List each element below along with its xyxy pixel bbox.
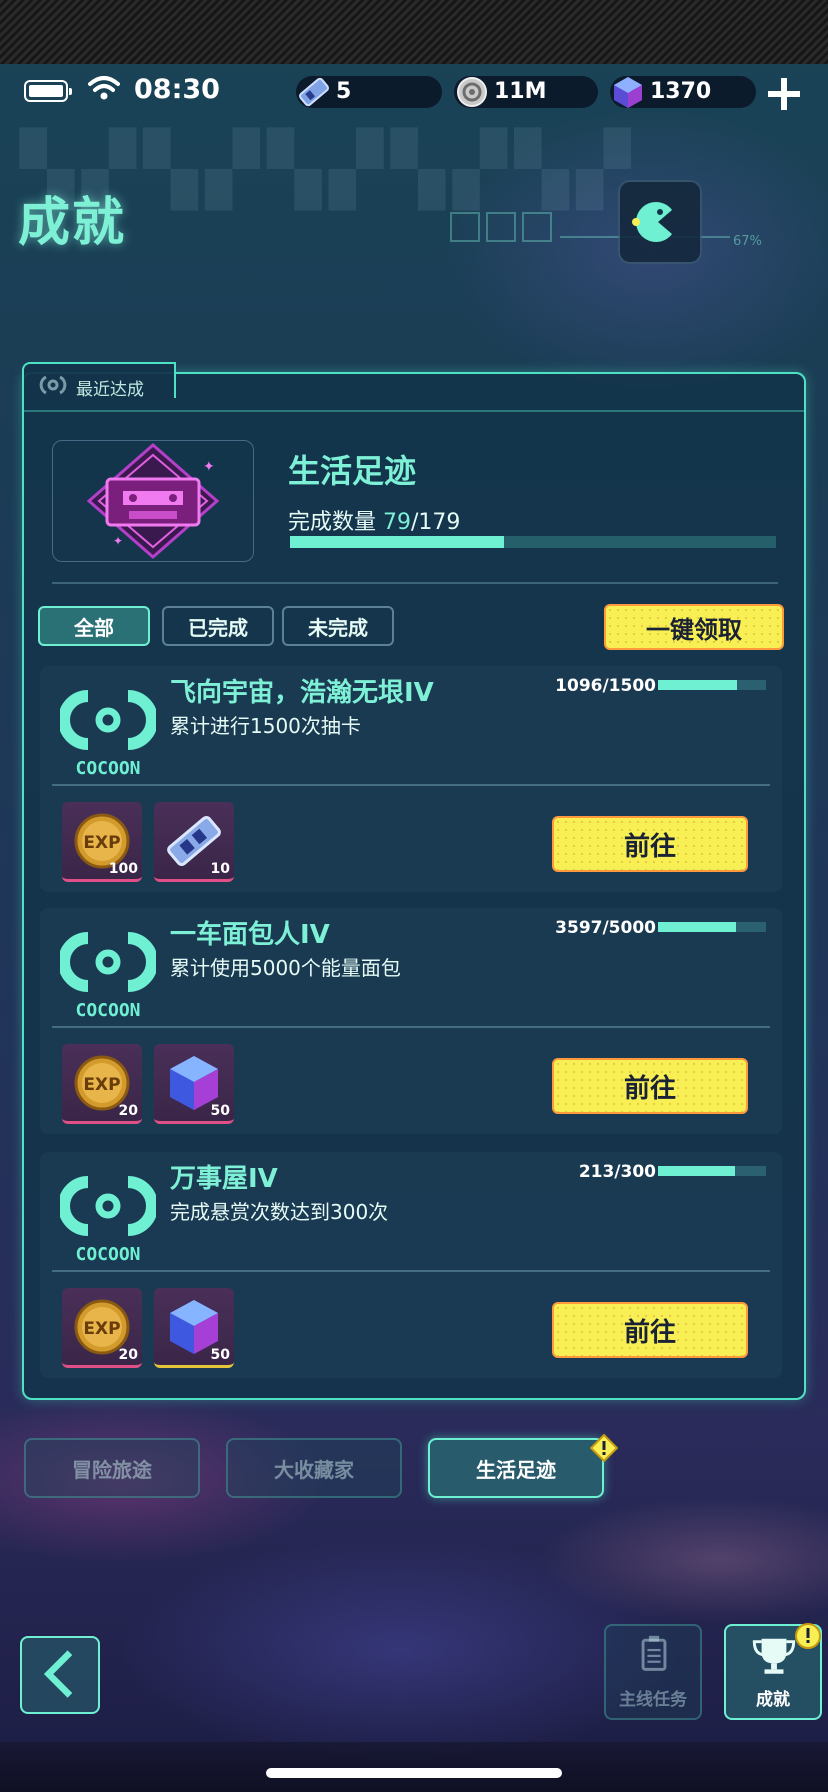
task-progress-bar (658, 1166, 766, 1176)
svg-text:EXP: EXP (83, 1075, 120, 1095)
svg-text:COCOON: COCOON (75, 1000, 140, 1021)
filter-incomplete-button[interactable]: 未完成 (282, 606, 394, 646)
go-button[interactable]: 前往 (552, 1058, 748, 1114)
header-deco-blocks (450, 212, 558, 246)
recent-achievement-count: 完成数量 79/179 (288, 510, 461, 535)
go-button[interactable]: 前往 (552, 816, 748, 872)
recent-progress-fill (290, 536, 504, 548)
panel-tab: 最近达成 (22, 362, 176, 400)
wifi-icon (88, 76, 120, 100)
cassette-badge-icon: ✦ ✦ (86, 443, 220, 559)
bottom-bezel (0, 1742, 828, 1792)
task-separator (52, 1270, 770, 1272)
svg-text:✦: ✦ (113, 534, 123, 548)
task-name: 飞向宇宙，浩瀚无垠IV (170, 678, 434, 708)
svg-text:✦: ✦ (203, 459, 215, 475)
add-currency-button[interactable] (764, 74, 804, 114)
alert-icon (590, 1434, 618, 1462)
recent-separator (52, 582, 778, 584)
recent-achievement-badge: ✦ ✦ (52, 440, 254, 562)
task-progress-fill (658, 680, 737, 690)
back-button[interactable] (20, 1636, 100, 1714)
filter-completed-button[interactable]: 已完成 (162, 606, 274, 646)
reward-item[interactable]: EXP 20 (62, 1044, 142, 1124)
status-bar: 08:30 5 11M 1370 (0, 64, 828, 120)
task-card: COCOON 飞向宇宙，浩瀚无垠IV 累计进行1500次抽卡 1096/1500… (40, 666, 782, 892)
task-progress-text: 3597/5000 (555, 918, 656, 938)
task-progress-text: 1096/1500 (555, 676, 656, 696)
recent-progress-bar (290, 536, 776, 548)
task-description: 完成悬赏次数达到300次 (170, 1200, 389, 1224)
task-name: 万事屋IV (170, 1164, 278, 1194)
task-description: 累计进行1500次抽卡 (170, 714, 361, 738)
cocoon-logo-icon: COCOON (60, 932, 156, 1021)
gem-counter[interactable]: 1370 (610, 76, 756, 108)
category-tab-collector[interactable]: 大收藏家 (226, 1438, 402, 1498)
reward-item[interactable]: EXP 20 (62, 1288, 142, 1368)
home-indicator[interactable] (266, 1768, 562, 1778)
reward-item[interactable]: EXP 100 (62, 802, 142, 882)
coin-ring-icon (457, 77, 487, 107)
svg-text:EXP: EXP (83, 1319, 120, 1339)
reward-item[interactable]: 50 (154, 1288, 234, 1368)
task-progress-bar (658, 922, 766, 932)
cocoon-small-icon (39, 375, 67, 395)
reward-item[interactable]: 50 (154, 1044, 234, 1124)
filter-all-button[interactable]: 全部 (38, 606, 150, 646)
task-progress-text: 213/300 (578, 1162, 656, 1182)
coin-counter[interactable]: 11M (454, 76, 598, 108)
reward-quantity: 50 (210, 1347, 230, 1363)
svg-text:COCOON: COCOON (75, 758, 140, 779)
pacman-icon (632, 202, 672, 242)
gem-cube-icon (614, 77, 642, 108)
recent-achievement-title: 生活足迹 (288, 452, 417, 490)
ticket-counter[interactable]: 5 (296, 76, 442, 108)
task-progress-bar (658, 680, 766, 690)
page-title: 成就 (18, 193, 127, 253)
claim-all-button[interactable]: 一键领取 (604, 604, 784, 650)
chevron-left-icon (43, 1650, 73, 1698)
top-bezel (0, 0, 828, 64)
task-separator (52, 784, 770, 786)
reward-item[interactable]: 10 (154, 802, 234, 882)
cocoon-logo-icon: COCOON (60, 1176, 156, 1265)
reward-quantity: 100 (108, 861, 138, 877)
achievement-panel: 最近达成 ✦ ✦ 生活足迹 完成数量 79/179 全部 已完成 未完成 一键领… (22, 362, 806, 1400)
reward-quantity: 50 (210, 1103, 230, 1119)
svg-text:EXP: EXP (83, 833, 120, 853)
task-progress-fill (658, 922, 736, 932)
pacman-button[interactable] (620, 182, 700, 262)
task-card: COCOON 万事屋IV 完成悬赏次数达到300次 213/300 EXP 20… (40, 1152, 782, 1378)
alert-icon (795, 1623, 821, 1649)
task-card: COCOON 一车面包人IV 累计使用5000个能量面包 3597/5000 E… (40, 908, 782, 1134)
panel-divider (24, 410, 804, 412)
svg-text:COCOON: COCOON (75, 1244, 140, 1265)
go-button[interactable]: 前往 (552, 1302, 748, 1358)
category-tab-adventure[interactable]: 冒险旅途 (24, 1438, 200, 1498)
clock: 08:30 (134, 74, 220, 105)
task-progress-fill (658, 1166, 735, 1176)
task-name: 一车面包人IV (170, 920, 330, 950)
battery-icon (24, 80, 72, 102)
reward-quantity: 20 (118, 1103, 138, 1119)
category-tab-life[interactable]: 生活足迹 (428, 1438, 604, 1498)
main-task-label: 主线任务 (619, 1690, 687, 1710)
task-description: 累计使用5000个能量面包 (170, 956, 401, 980)
header-deco-percent: 67% (733, 234, 762, 249)
cocoon-logo-icon: COCOON (60, 690, 156, 779)
main-task-button[interactable]: 主线任务 (604, 1624, 702, 1720)
panel-tab-label: 最近达成 (76, 380, 144, 400)
task-separator (52, 1026, 770, 1028)
achievement-label: 成就 (756, 1690, 790, 1710)
reward-quantity: 20 (118, 1347, 138, 1363)
ticket-icon (299, 77, 329, 107)
reward-quantity: 10 (210, 861, 230, 877)
